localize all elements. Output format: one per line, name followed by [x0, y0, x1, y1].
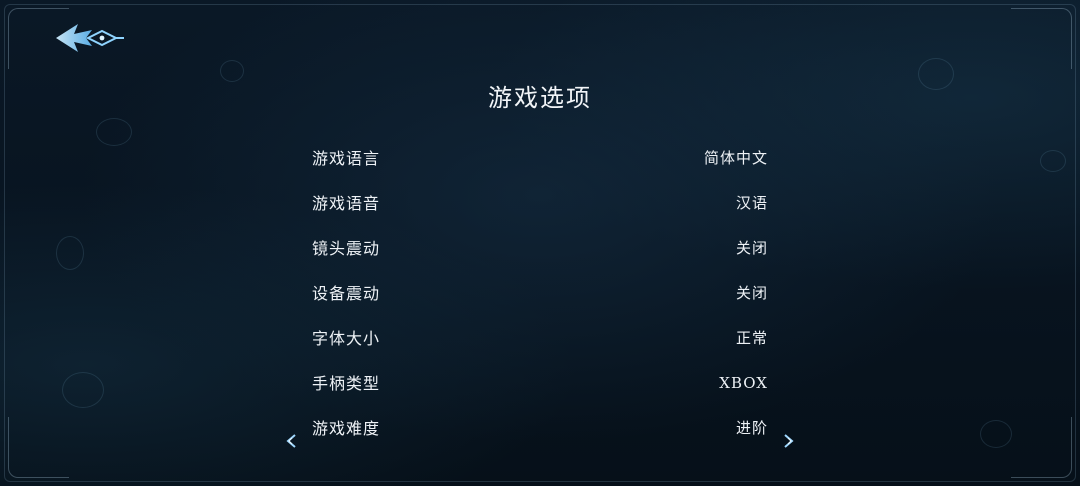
option-label: 游戏语言: [312, 149, 381, 168]
page-title: 游戏选项: [488, 84, 592, 112]
background-bubble: [62, 372, 104, 408]
back-button[interactable]: [52, 16, 126, 60]
frame-corner-top-right: [1011, 8, 1072, 69]
background-bubble: [56, 236, 84, 270]
option-row-camera-shake[interactable]: 镜头震动 关闭: [280, 226, 800, 271]
frame-corner-bottom-right: [1011, 417, 1072, 478]
option-row-font-size[interactable]: 字体大小 正常: [280, 316, 800, 361]
option-label: 手柄类型: [312, 374, 381, 393]
options-list: 游戏语言 简体中文 游戏语音 汉语 镜头震动 关闭 设备震动 关闭 字体大小 正…: [280, 136, 800, 451]
option-value: XBOX: [719, 374, 768, 392]
chevron-left-icon[interactable]: [284, 421, 298, 448]
option-value: 关闭: [735, 239, 768, 257]
option-row-game-difficulty[interactable]: 游戏难度 进阶: [280, 406, 800, 451]
option-label: 镜头震动: [312, 239, 381, 258]
option-row-game-language[interactable]: 游戏语言 简体中文: [280, 136, 800, 181]
option-value: 进阶: [735, 419, 768, 437]
back-arrow-icon: [52, 24, 126, 64]
option-value: 汉语: [735, 194, 768, 212]
option-row-device-vibration[interactable]: 设备震动 关闭: [280, 271, 800, 316]
option-label: 游戏难度: [312, 419, 381, 438]
option-value: 关闭: [735, 284, 768, 302]
option-value: 简体中文: [703, 149, 768, 167]
frame-corner-bottom-left: [8, 417, 69, 478]
background-bubble: [96, 118, 132, 146]
option-label: 字体大小: [312, 329, 381, 348]
option-label: 游戏语音: [312, 194, 381, 213]
chevron-right-icon[interactable]: [782, 421, 796, 448]
option-label: 设备震动: [312, 284, 381, 303]
option-value: 正常: [735, 329, 768, 347]
background-bubble: [1040, 150, 1066, 172]
option-row-controller-type[interactable]: 手柄类型 XBOX: [280, 361, 800, 406]
game-options-screen: 游戏选项 游戏语言 简体中文 游戏语音 汉语 镜头震动 关闭 设备震动 关闭 字…: [0, 0, 1080, 486]
option-row-game-voice[interactable]: 游戏语音 汉语: [280, 181, 800, 226]
background-bubble: [980, 420, 1012, 448]
